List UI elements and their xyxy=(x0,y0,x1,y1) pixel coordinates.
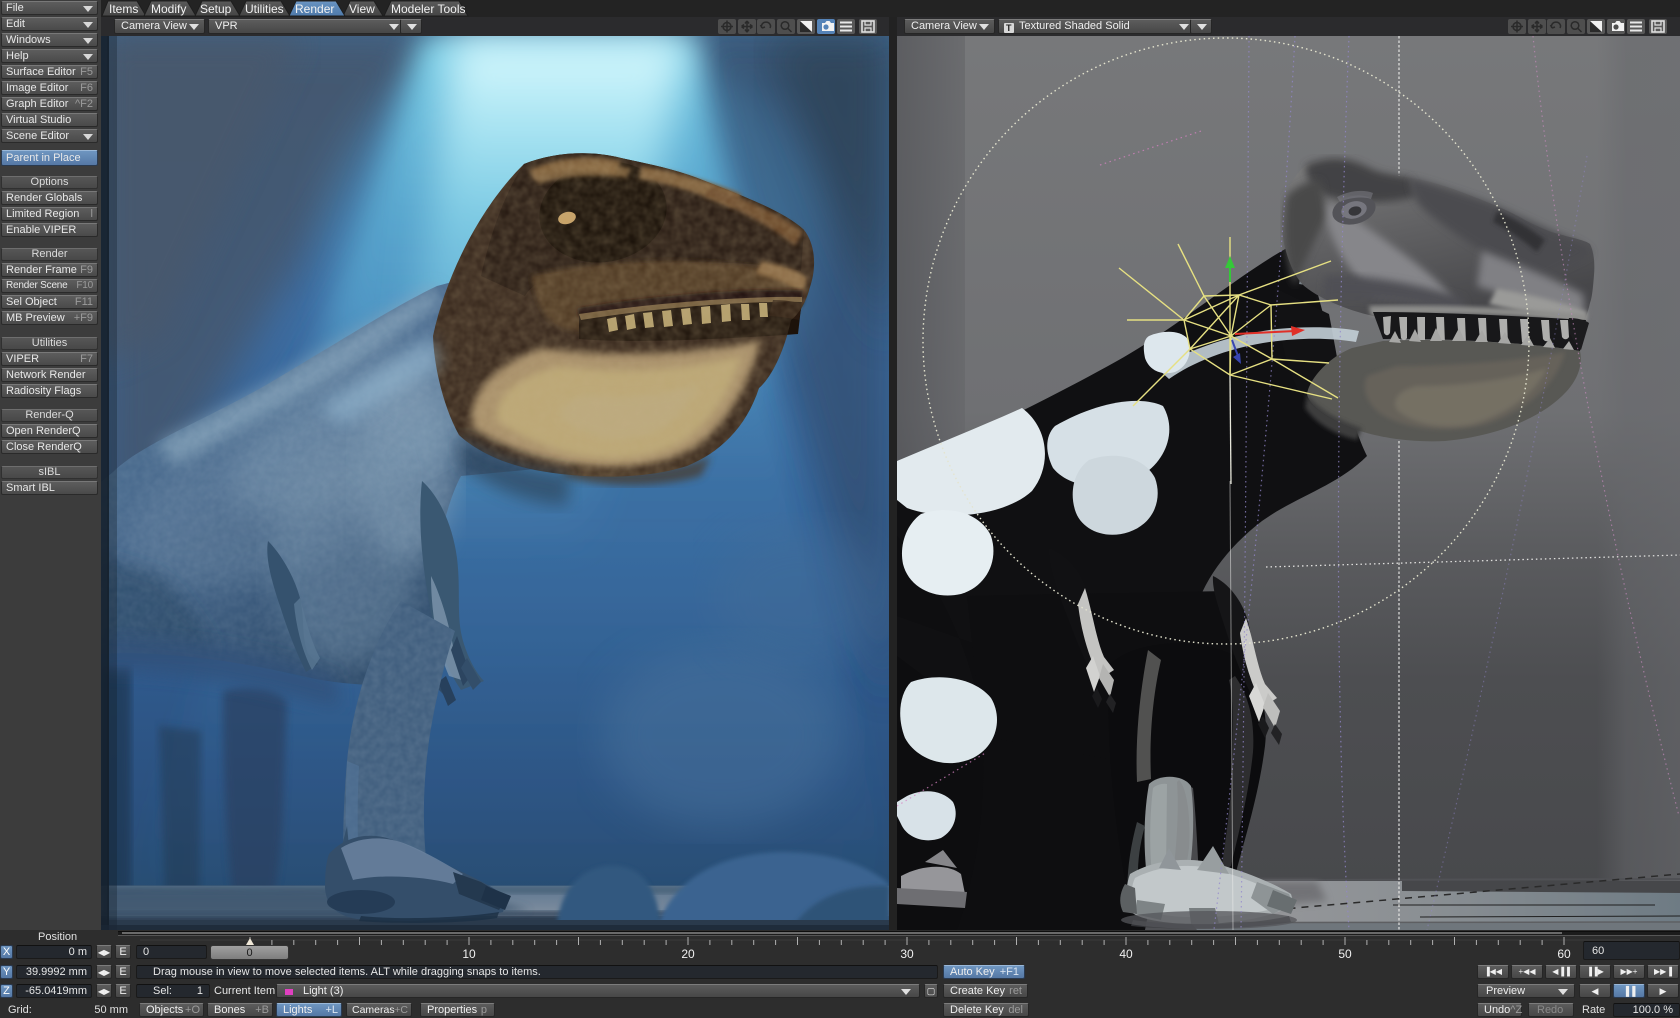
svg-text:10: 10 xyxy=(462,947,476,960)
svg-text:60: 60 xyxy=(1557,947,1571,960)
svg-text:Modeler Tools: Modeler Tools xyxy=(391,2,465,16)
svg-text:Render: Render xyxy=(295,2,334,16)
svg-text:50: 50 xyxy=(1338,947,1352,960)
svg-text:View: View xyxy=(349,2,375,16)
svg-text:20: 20 xyxy=(681,947,695,960)
svg-text:Setup: Setup xyxy=(200,2,232,16)
svg-text:Utilities: Utilities xyxy=(245,2,284,16)
svg-text:Items: Items xyxy=(109,2,138,16)
svg-text:30: 30 xyxy=(900,947,914,960)
svg-text:Modify: Modify xyxy=(151,2,186,16)
svg-text:40: 40 xyxy=(1119,947,1133,960)
